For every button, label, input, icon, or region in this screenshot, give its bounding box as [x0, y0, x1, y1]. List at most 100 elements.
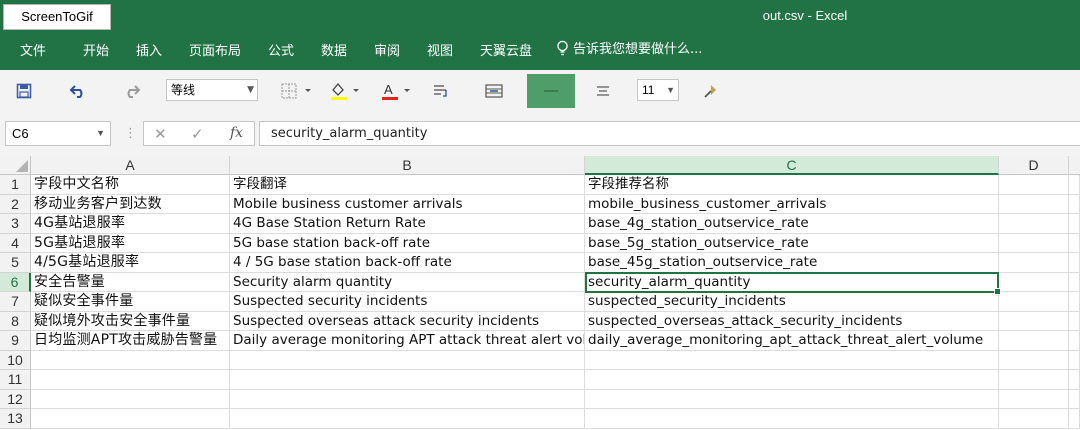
font-color-icon[interactable]: A	[379, 79, 415, 103]
cell[interactable]	[31, 370, 230, 390]
menu-home[interactable]: 开始	[83, 40, 109, 59]
cell[interactable]: 4G Base Station Return Rate	[230, 214, 585, 234]
cell[interactable]	[999, 272, 1069, 292]
row-header[interactable]: 9	[0, 331, 31, 351]
cell[interactable]: 4G基站退服率	[31, 214, 230, 234]
cell[interactable]: suspected_overseas_attack_security_incid…	[585, 311, 999, 331]
cell[interactable]	[999, 194, 1069, 214]
cell[interactable]	[999, 350, 1069, 370]
cell[interactable]: 字段翻译	[230, 175, 585, 195]
cell[interactable]	[31, 389, 230, 409]
cell[interactable]: security_alarm_quantity	[585, 272, 999, 292]
redo-icon[interactable]	[120, 82, 144, 100]
cell[interactable]	[31, 409, 230, 429]
row-header[interactable]: 4	[0, 233, 31, 253]
cell[interactable]: base_4g_station_outservice_rate	[585, 214, 999, 234]
cell[interactable]: suspected_security_incidents	[585, 292, 999, 312]
row-header[interactable]: 11	[0, 370, 31, 390]
cell[interactable]	[999, 311, 1069, 331]
cell[interactable]: 4/5G基站退服率	[31, 253, 230, 273]
cell[interactable]: 安全告警量	[31, 272, 230, 292]
formula-input[interactable]: security_alarm_quantity	[259, 121, 1080, 146]
menu-data[interactable]: 数据	[321, 40, 347, 59]
undo-icon[interactable]	[66, 82, 90, 100]
row-header[interactable]: 12	[0, 389, 31, 409]
wrap-text-icon[interactable]	[430, 81, 452, 101]
menu-insert[interactable]: 插入	[136, 40, 162, 59]
cell[interactable]	[999, 409, 1069, 429]
menu-file[interactable]: 文件	[20, 40, 46, 59]
column-header-d[interactable]: D	[999, 156, 1069, 175]
cell[interactable]	[1069, 175, 1080, 195]
cell[interactable]: Security alarm quantity	[230, 272, 585, 292]
menu-view[interactable]: 视图	[427, 40, 453, 59]
cell[interactable]: mobile_business_customer_arrivals	[585, 194, 999, 214]
menu-tianyi-cloud[interactable]: 天翼云盘	[480, 40, 532, 59]
menu-review[interactable]: 审阅	[374, 40, 400, 59]
cell[interactable]: Mobile business customer arrivals	[230, 194, 585, 214]
merge-icon[interactable]	[483, 81, 505, 101]
cell[interactable]: 字段中文名称	[31, 175, 230, 195]
column-header-e[interactable]	[1069, 156, 1080, 175]
row-header[interactable]: 13	[0, 409, 31, 429]
save-icon[interactable]	[14, 82, 34, 100]
cell[interactable]	[1069, 409, 1080, 429]
cell[interactable]	[1069, 370, 1080, 390]
column-header-b[interactable]: B	[230, 156, 585, 175]
name-box[interactable]: C6 ▼	[5, 121, 111, 146]
select-all-button[interactable]	[0, 156, 31, 175]
cell[interactable]	[1069, 272, 1080, 292]
cell[interactable]: 5G base station back-off rate	[230, 233, 585, 253]
fill-color-icon[interactable]	[328, 79, 364, 103]
menu-page-layout[interactable]: 页面布局	[189, 40, 241, 59]
column-header-c[interactable]: C	[585, 156, 999, 175]
cancel-icon[interactable]: ✕	[154, 125, 167, 143]
cell[interactable]	[999, 292, 1069, 312]
cell[interactable]: base_45g_station_outservice_rate	[585, 253, 999, 273]
cell[interactable]	[230, 350, 585, 370]
font-size-select[interactable]: 11 ▼	[637, 79, 679, 101]
cell[interactable]	[230, 370, 585, 390]
cell[interactable]	[999, 175, 1069, 195]
cell[interactable]: Suspected overseas attack security incid…	[230, 311, 585, 331]
cell[interactable]: 日均监测APT攻击威胁告警量	[31, 331, 230, 351]
cell[interactable]	[1069, 214, 1080, 234]
menu-formulas[interactable]: 公式	[268, 40, 294, 59]
cell[interactable]: 疑似境外攻击安全事件量	[31, 311, 230, 331]
align-left-icon[interactable]	[592, 81, 614, 101]
cell[interactable]	[1069, 311, 1080, 331]
cell[interactable]	[230, 409, 585, 429]
cell[interactable]	[999, 214, 1069, 234]
row-header[interactable]: 6	[0, 272, 31, 292]
align-center-icon[interactable]	[527, 74, 575, 108]
cell[interactable]	[1069, 350, 1080, 370]
cell[interactable]	[1069, 389, 1080, 409]
cell[interactable]: 字段推荐名称	[585, 175, 999, 195]
cell[interactable]	[1069, 194, 1080, 214]
row-header[interactable]: 10	[0, 350, 31, 370]
format-painter-icon[interactable]	[700, 81, 722, 101]
insert-function-icon[interactable]: fx	[230, 125, 243, 141]
row-header[interactable]: 1	[0, 175, 31, 195]
cell[interactable]: 移动业务客户到达数	[31, 194, 230, 214]
borders-icon[interactable]	[280, 81, 316, 101]
row-header[interactable]: 3	[0, 214, 31, 234]
row-header[interactable]: 5	[0, 253, 31, 273]
cell[interactable]	[999, 389, 1069, 409]
cell[interactable]: base_5g_station_outservice_rate	[585, 233, 999, 253]
cell[interactable]	[999, 370, 1069, 390]
cell[interactable]	[230, 389, 585, 409]
cell[interactable]	[31, 350, 230, 370]
cell[interactable]: daily_average_monitoring_apt_attack_thre…	[585, 331, 999, 351]
row-header[interactable]: 8	[0, 311, 31, 331]
column-header-a[interactable]: A	[31, 156, 230, 175]
cell[interactable]	[999, 331, 1069, 351]
cell[interactable]: Daily average monitoring APT attack thre…	[230, 331, 585, 351]
cell[interactable]	[585, 350, 999, 370]
cell[interactable]	[999, 253, 1069, 273]
cell[interactable]	[585, 389, 999, 409]
cell[interactable]	[1069, 292, 1080, 312]
font-name-select[interactable]: 等线 ▼	[166, 79, 258, 101]
cell[interactable]	[585, 409, 999, 429]
cell[interactable]: 疑似安全事件量	[31, 292, 230, 312]
